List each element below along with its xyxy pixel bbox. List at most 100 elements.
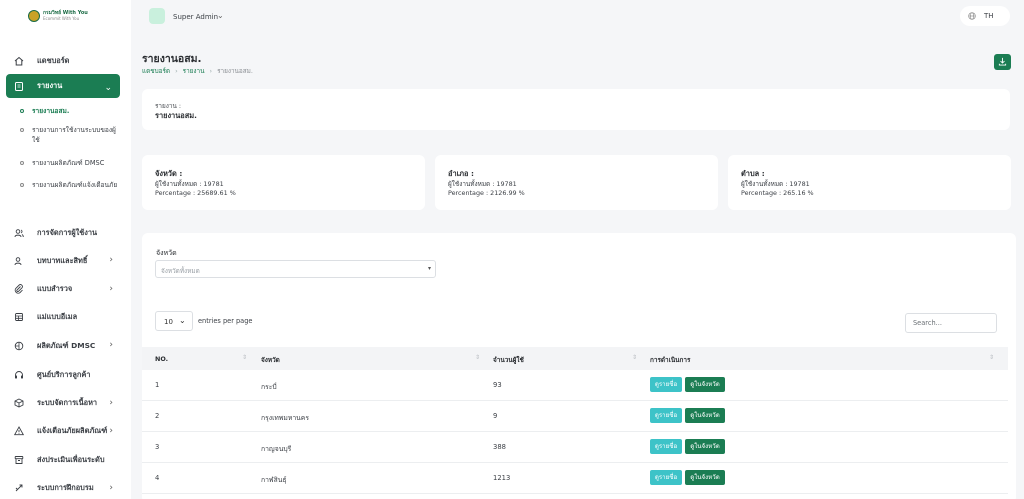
sidebar-item-product-alert[interactable]: แจ้งเตือนภัยผลิตภัณฑ์ ›	[0, 417, 131, 445]
column-header-province[interactable]: จังหวัด	[261, 355, 280, 365]
sidebar-item-customer-service[interactable]: ศูนย์บริการลูกค้า	[0, 360, 131, 389]
view-in-province-button[interactable]: ดูในจังหวัด	[685, 377, 725, 392]
province-select[interactable]: จังหวัดทั้งหมด ▾	[155, 260, 436, 278]
view-list-button[interactable]: ดูรายชื่อ	[650, 377, 682, 392]
sidebar-item-email-template[interactable]: แม่แบบอีเมล	[0, 303, 131, 331]
report-value: รายงานอสม.	[155, 111, 197, 120]
column-header-users[interactable]: จำนวนผู้ใช้	[493, 355, 524, 365]
chevron-down-icon[interactable]: ⌄	[217, 11, 224, 20]
brand-subtitle: Ecommit With You	[43, 16, 80, 21]
stat-card-subdistrict: ตำบล : ผู้ใช้งานทั้งหมด : 19781 Percenta…	[728, 155, 1011, 210]
column-header-no[interactable]: NO.	[155, 355, 168, 363]
sidebar-item-peer-evaluation[interactable]: ส่งประเมินเพื่อนระดับ	[0, 445, 131, 474]
sidebar-subitem-label: รายงานผลิตภัณฑ์ DMSC	[32, 159, 105, 167]
breadcrumb-dashboard[interactable]: แดชบอร์ด	[142, 67, 170, 75]
stat-users: ผู้ใช้งานทั้งหมด : 19781	[448, 180, 517, 188]
sidebar-subitem-dmsc-report[interactable]: รายงานผลิตภัณฑ์ DMSC	[0, 157, 131, 180]
sidebar-item-label: แม่แบบอีเมล	[37, 312, 78, 321]
cell-province: กระบี่	[261, 383, 277, 391]
chevron-right-icon: ›	[109, 255, 113, 265]
sidebar-subitem-alert-report[interactable]: รายงานผลิตภัณฑ์แจ้งเตือนภัย	[0, 180, 131, 213]
chevron-right-icon: ›	[109, 426, 113, 436]
page-title: รายงานอสม.	[142, 53, 202, 65]
sidebar-item-label: การจัดการผู้ใช้งาน	[37, 227, 98, 237]
sidebar-item-label: ผลิตภัณฑ์ DMSC	[37, 340, 96, 350]
table-row: 4 กาฬสินธุ์ 1213 ดูรายชื่อ ดูในจังหวัด	[142, 463, 1008, 494]
cell-users: 388	[493, 443, 506, 451]
brand-logo[interactable]: กรมวิทย์ With You Ecommit With You	[28, 10, 88, 22]
sidebar-item-reports[interactable]: รายงาน ⌄	[6, 74, 120, 98]
sort-icon[interactable]: ⇕	[989, 354, 994, 361]
view-list-button[interactable]: ดูรายชื่อ	[650, 408, 682, 423]
sidebar-item-label: บทบาทและสิทธิ์	[37, 255, 88, 265]
cell-no: 3	[155, 443, 160, 451]
chevron-down-icon: ⌄	[179, 316, 186, 325]
content-icon	[14, 398, 24, 408]
headset-icon	[15, 370, 23, 378]
sidebar-menu: แดชบอร์ด รายงาน ⌄ รายงานอสม. รายงานการใช…	[0, 48, 131, 499]
view-in-province-button[interactable]: ดูในจังหวัด	[685, 408, 725, 423]
sidebar-item-survey[interactable]: แบบสำรวจ ›	[0, 275, 131, 303]
sidebar-item-label: แดชบอร์ด	[37, 56, 70, 65]
breadcrumb-reports[interactable]: รายงาน	[183, 67, 205, 75]
sidebar-subitem-label: รายงานอสม.	[32, 107, 70, 115]
email-template-icon	[15, 313, 23, 321]
sidebar-item-roles[interactable]: บทบาทและสิทธิ์ ›	[0, 246, 131, 275]
cell-province: กาฬสินธุ์	[261, 476, 287, 484]
sidebar-item-dashboard[interactable]: แดชบอร์ด	[0, 48, 131, 74]
bullet-icon	[20, 109, 24, 113]
cell-province: กาญจนบุรี	[261, 445, 292, 453]
sidebar-subitem-usage-report[interactable]: รายงานการใช้งานระบบของผู้ใช้	[0, 124, 131, 157]
sort-icon[interactable]: ⇕	[475, 354, 480, 361]
language-label: TH	[984, 12, 994, 20]
breadcrumb: แดชบอร์ด › รายงาน › รายงานอสม.	[142, 66, 253, 76]
home-icon	[14, 56, 24, 66]
chevron-right-icon: ›	[109, 340, 113, 350]
user-name[interactable]: Super Admin	[173, 13, 218, 21]
sort-icon[interactable]: ⇕	[632, 354, 637, 361]
sidebar-item-label: รายงาน	[37, 81, 63, 90]
sidebar-item-dmsc-product[interactable]: ผลิตภัณฑ์ DMSC ›	[0, 331, 131, 360]
sidebar-item-user-management[interactable]: การจัดการผู้ใช้งาน	[0, 219, 131, 246]
cell-no: 4	[155, 474, 160, 482]
bullet-icon	[20, 128, 24, 132]
globe-icon	[968, 12, 976, 20]
survey-icon	[14, 284, 23, 294]
training-icon	[15, 484, 23, 492]
logo-emblem-icon	[28, 10, 40, 22]
view-in-province-button[interactable]: ดูในจังหวัด	[685, 439, 725, 454]
caret-down-icon: ▾	[427, 265, 431, 272]
cell-no: 2	[155, 412, 160, 420]
alert-icon	[14, 426, 24, 436]
brand-text: กรมวิทย์ With You Ecommit With You	[43, 10, 88, 22]
chevron-right-icon: ›	[109, 483, 113, 493]
stat-users: ผู้ใช้งานทั้งหมด : 19781	[155, 180, 224, 188]
sidebar-item-content-management[interactable]: ระบบจัดการเนื้อหา ›	[0, 389, 131, 417]
stat-card-province: จังหวัด : ผู้ใช้งานทั้งหมด : 19781 Perce…	[142, 155, 425, 210]
inbox-icon	[14, 455, 24, 464]
column-header-actions[interactable]: การดำเนินการ	[650, 355, 690, 365]
sidebar-item-training[interactable]: ระบบการฝึกอบรม ›	[0, 474, 131, 499]
top-bar: Super Admin ⌄ TH	[131, 0, 1024, 36]
view-list-button[interactable]: ดูรายชื่อ	[650, 439, 682, 454]
page-length-value: 10	[164, 318, 173, 326]
table-row: 3 กาญจนบุรี 388 ดูรายชื่อ ดูในจังหวัด	[142, 432, 1008, 463]
table-search-input[interactable]	[905, 313, 997, 333]
sidebar-subitem-osm-report[interactable]: รายงานอสม.	[0, 106, 131, 124]
bullet-icon	[20, 183, 24, 187]
avatar[interactable]	[149, 8, 165, 24]
page-length-select[interactable]: 10 ⌄	[155, 311, 193, 331]
role-icon	[14, 256, 22, 265]
sidebar: กรมวิทย์ With You Ecommit With You แดชบอ…	[0, 0, 131, 499]
sidebar-item-label: ส่งประเมินเพื่อนระดับ	[37, 454, 105, 464]
view-list-button[interactable]: ดูรายชื่อ	[650, 470, 682, 485]
language-switcher[interactable]: TH	[960, 6, 1010, 26]
sort-icon[interactable]: ⇕	[242, 354, 247, 361]
bullet-icon	[20, 161, 24, 165]
sidebar-subitem-label: รายงานผลิตภัณฑ์แจ้งเตือนภัย	[32, 181, 118, 189]
province-filter-label: จังหวัด	[156, 249, 177, 257]
view-in-province-button[interactable]: ดูในจังหวัด	[685, 470, 725, 485]
table-row: 1 กระบี่ 93 ดูรายชื่อ ดูในจังหวัด	[142, 370, 1008, 401]
export-button[interactable]	[994, 54, 1011, 70]
sidebar-item-label: ระบบการฝึกอบรม	[37, 483, 94, 492]
